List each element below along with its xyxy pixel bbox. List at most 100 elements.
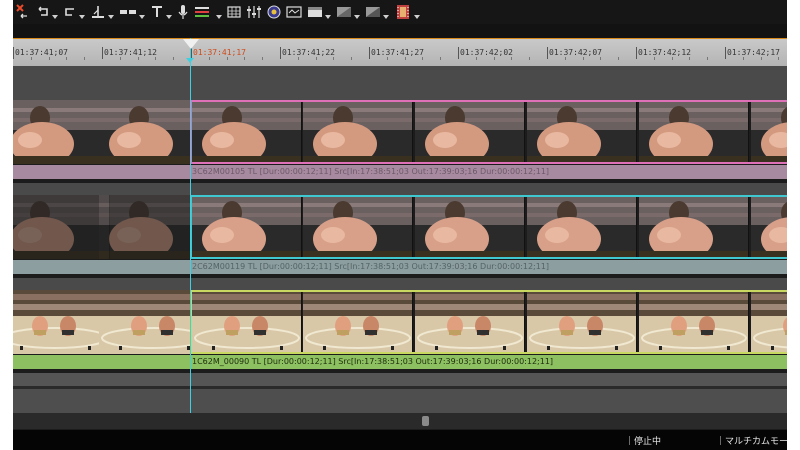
grid-icon[interactable] <box>227 1 241 23</box>
audio-track-empty[interactable] <box>13 373 787 386</box>
timeline-ruler[interactable]: 01:37:41;07 01:37:41;12 01:37:41;17 01:37:4… <box>13 38 787 66</box>
clip-frame-thumbnail <box>527 195 637 259</box>
clip-info-bar: 1C62M_00090 TL [Dur:00:00:12;11] Src[In:… <box>13 355 787 369</box>
clip-frame-thumbnail <box>192 290 302 354</box>
close-x-icon[interactable] <box>15 1 31 23</box>
ruler-timecode-label: 01:37:41;17 <box>193 48 246 57</box>
clip-frame-thumbnail <box>751 100 787 164</box>
record-circle-icon[interactable] <box>267 1 281 23</box>
ruler-minor-tick <box>386 57 388 60</box>
chevron-down-icon[interactable] <box>139 15 145 19</box>
clip-info-bar: 2C62M00119 TL [Dur:00:00:12;11] Src[In:1… <box>13 260 787 274</box>
clip-frame-thumbnail <box>303 290 413 354</box>
chevron-down-icon[interactable] <box>52 15 58 19</box>
playhead-marker-icon <box>186 58 194 63</box>
ruler-timecode-label: 01:37:41;27 <box>371 48 424 57</box>
clip-frame-thumbnail <box>415 100 525 164</box>
multicam-mode-status: ｜マルチカムモード <box>716 437 787 447</box>
toolbar <box>13 0 787 24</box>
ruler-minor-tick <box>173 57 175 60</box>
ruler-minor-tick <box>262 57 264 60</box>
ruler-minor-tick <box>244 57 246 60</box>
ruler-major-tick <box>13 47 14 59</box>
ruler-minor-tick <box>689 57 691 60</box>
clip-frame-thumbnail <box>13 100 110 164</box>
ruler-minor-tick <box>315 57 317 60</box>
scrollbar-thumb[interactable] <box>422 416 429 426</box>
ruler-minor-tick <box>564 57 566 60</box>
ruler-major-tick <box>369 47 370 59</box>
horizontal-scrollbar[interactable] <box>13 413 787 429</box>
ruler-minor-tick <box>48 57 50 60</box>
ruler-minor-tick <box>600 57 602 60</box>
ruler-timecode-label: 01:37:42;17 <box>727 48 780 57</box>
chevron-down-icon[interactable] <box>414 15 420 19</box>
chevron-down-icon[interactable] <box>108 15 114 19</box>
video-track-3[interactable]: 3C62M00105 TL [Dur:00:00:12;11] Src[In:1… <box>13 100 787 183</box>
clip-frame-thumbnail <box>415 290 525 354</box>
ruler-timecode-label: 01:37:41;12 <box>104 48 157 57</box>
chevron-down-icon[interactable] <box>383 15 389 19</box>
clip-thumbnails <box>13 100 787 164</box>
editor-window: 01:37:41;07 01:37:41;12 01:37:41;17 01:37:4… <box>13 0 787 450</box>
clip-thumbnails <box>13 195 787 259</box>
clip-frame-thumbnail <box>639 290 749 354</box>
undo-icon[interactable] <box>36 1 58 23</box>
ruler-minor-tick <box>653 57 655 60</box>
ruler-timecode-label: 01:37:41;07 <box>15 48 68 57</box>
ruler-minor-tick <box>30 57 32 60</box>
ruler-minor-tick <box>440 57 442 60</box>
picture-icon[interactable] <box>336 1 360 23</box>
clip-thumbnails <box>13 290 787 354</box>
export-icon[interactable] <box>365 1 389 23</box>
chevron-down-icon[interactable] <box>79 15 85 19</box>
ruler-minor-tick <box>208 57 210 60</box>
playhead-line[interactable] <box>190 38 191 416</box>
playback-status: ｜停止中 <box>625 437 662 447</box>
ruler-minor-tick <box>707 57 709 60</box>
chevron-down-icon[interactable] <box>166 15 172 19</box>
clip-info-text: 3C62M00105 TL [Dur:00:00:12;11] Src[In:1… <box>192 167 550 176</box>
playhead-handle-icon[interactable] <box>183 39 199 49</box>
film-strip-icon[interactable] <box>394 1 420 23</box>
ruler-major-tick <box>102 47 103 59</box>
mixer-sliders-icon[interactable] <box>246 1 262 23</box>
ruler-minor-tick <box>333 57 335 60</box>
clip-frame-thumbnail <box>13 195 110 259</box>
ruler-minor-tick <box>760 57 762 60</box>
ruler-minor-tick <box>66 57 68 60</box>
toolbar-separator <box>13 24 787 38</box>
ruler-minor-tick <box>137 57 139 60</box>
video-track-2[interactable]: 2C62M00119 TL [Dur:00:00:12;11] Src[In:1… <box>13 195 787 278</box>
redo-icon[interactable] <box>63 1 85 23</box>
chevron-down-icon[interactable] <box>354 15 360 19</box>
clip-info-bar: 3C62M00105 TL [Dur:00:00:12;11] Src[In:1… <box>13 165 787 179</box>
video-track-1[interactable]: 1C62M_00090 TL [Dur:00:00:12;11] Src[In:… <box>13 290 787 373</box>
ruler-minor-tick <box>84 57 86 60</box>
chevron-down-icon[interactable] <box>325 15 331 19</box>
monitor-icon[interactable] <box>286 1 302 23</box>
ruler-major-tick <box>547 47 548 59</box>
clip-frame-thumbnail <box>192 195 302 259</box>
ruler-timecode-label: 01:37:41;22 <box>282 48 335 57</box>
ruler-minor-tick <box>226 57 228 60</box>
chevron-down-icon[interactable] <box>216 15 222 19</box>
ruler-minor-tick <box>422 57 424 60</box>
ruler-timecode-label: 01:37:42;07 <box>549 48 602 57</box>
audio-track-empty[interactable] <box>13 389 787 413</box>
ruler-minor-tick <box>529 57 531 60</box>
window-icon[interactable] <box>307 1 331 23</box>
mic-icon[interactable] <box>177 1 189 23</box>
ruler-timecode-label: 01:37:42;02 <box>460 48 513 57</box>
audio-mix-icon[interactable] <box>194 1 222 23</box>
trim-icon[interactable] <box>119 1 145 23</box>
split-icon[interactable] <box>90 1 114 23</box>
ruler-minor-tick <box>119 57 121 60</box>
status-bar: ｜停止中 ｜マルチカムモード <box>13 430 787 450</box>
track-gap <box>13 183 787 195</box>
title-icon[interactable] <box>150 1 172 23</box>
clip-frame-thumbnail <box>527 290 637 354</box>
ruler-major-tick <box>280 47 281 59</box>
clip-frame-thumbnail <box>13 290 110 354</box>
ruler-minor-tick <box>493 57 495 60</box>
